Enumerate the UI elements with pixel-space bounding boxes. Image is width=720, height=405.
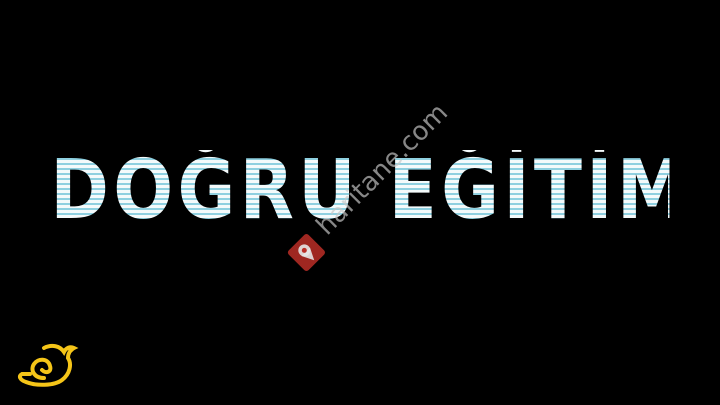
- snail-logo-icon: [17, 343, 79, 387]
- watermark-text: haritane.com: [310, 97, 455, 242]
- video-frame: DOĞRU EĞİTİM haritane.com: [0, 0, 720, 405]
- site-watermark: haritane.com: [229, 69, 498, 338]
